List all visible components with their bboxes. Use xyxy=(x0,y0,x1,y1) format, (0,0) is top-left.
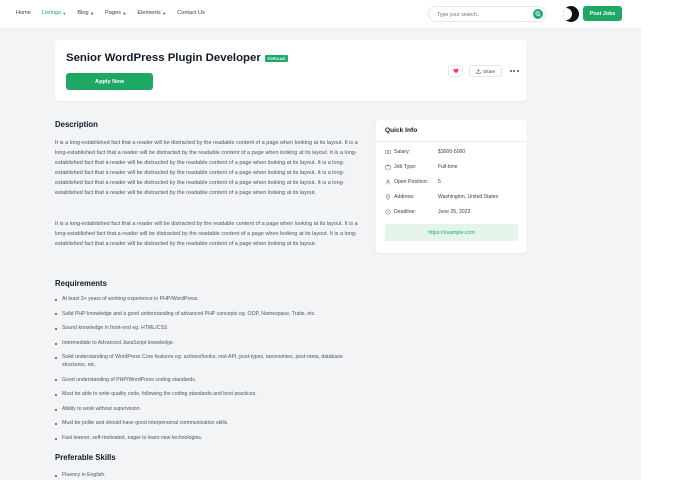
requirements-list: At least 3+ years of working experience … xyxy=(55,296,367,450)
job-title: Senior WordPress Plugin Developer xyxy=(66,52,261,64)
list-item: Solid understanding of WordPress Core fe… xyxy=(55,354,367,369)
quick-info-row-open-position: Open Position: 5 xyxy=(384,178,519,186)
nav-item-listings[interactable]: Listings ▼ xyxy=(42,10,66,16)
nav-item-pages[interactable]: Pages ▼ xyxy=(105,10,126,16)
search-box xyxy=(428,6,546,22)
list-item: At least 3+ years of working experience … xyxy=(55,296,367,304)
search-icon xyxy=(535,11,541,17)
apply-now-button[interactable]: Apply Now xyxy=(66,73,153,90)
user-icon xyxy=(384,179,391,186)
nav-item-elements[interactable]: Elements ▼ xyxy=(137,10,166,16)
job-header-card: Senior WordPress Plugin Developer POPULA… xyxy=(55,40,527,101)
search-input[interactable] xyxy=(437,10,529,19)
list-item: Must be able to write quality code, foll… xyxy=(55,391,367,399)
skills-list: Fluency in English. xyxy=(55,472,367,480)
popular-badge: POPULAR xyxy=(265,55,288,62)
quick-info-label: Job Type: xyxy=(394,164,417,170)
heart-icon xyxy=(452,68,459,74)
quick-info-value: 5 xyxy=(438,179,441,185)
list-item: Must be polite and should have good inte… xyxy=(55,420,367,428)
favorite-button[interactable] xyxy=(448,65,463,77)
money-icon xyxy=(384,149,391,156)
quick-info-label: Salary: xyxy=(394,149,411,155)
quick-info-label: Address: xyxy=(394,194,415,200)
nav-item-label: Contact Us xyxy=(177,10,205,16)
website-link[interactable]: https://example.com xyxy=(385,224,518,241)
nav-item-label: Home xyxy=(16,10,31,16)
page-frame: Home Listings ▼ Blog ▼ Pages ▼ Elements ▼ Co… xyxy=(0,0,641,480)
list-item: Ability to work without supervision. xyxy=(55,406,367,414)
more-options-button[interactable] xyxy=(507,66,521,76)
list-item: Fast learner, self-motivated, eager to l… xyxy=(55,435,367,443)
nav-item-home[interactable]: Home xyxy=(16,10,31,16)
preferable-skills-heading: Preferable Skills xyxy=(55,453,116,462)
chevron-down-icon: ▼ xyxy=(122,10,127,16)
share-label: Share xyxy=(482,68,496,74)
dot-icon xyxy=(516,70,519,72)
quick-info-value: June 25, 2022 xyxy=(438,209,471,215)
chevron-down-icon: ▼ xyxy=(162,10,167,16)
list-item: Intermediate to Advanced JavaScript know… xyxy=(55,340,367,348)
quick-info-value: Washington, United States xyxy=(438,194,499,200)
list-item: Sound knowledge in front-end eg. HTML/CS… xyxy=(55,325,367,333)
nav-item-label: Elements xyxy=(137,10,161,16)
quick-info-label: Open Position: xyxy=(394,179,429,185)
nav-item-contact-us[interactable]: Contact Us xyxy=(177,10,205,16)
search-button[interactable] xyxy=(533,9,543,19)
quick-info-row-job-type: Job Type: Full-time xyxy=(384,163,519,171)
nav-item-blog[interactable]: Blog ▼ xyxy=(77,10,94,16)
quick-info-row-address: Address: Washington, United States xyxy=(384,193,519,201)
description-paragraph: It is a long-established fact that a rea… xyxy=(55,221,358,247)
nav-item-label: Pages xyxy=(105,10,121,16)
top-header: Home Listings ▼ Blog ▼ Pages ▼ Elements ▼ Co… xyxy=(0,0,641,29)
quick-info-card: Quick Info Salary: $3000-5000 Job Type: … xyxy=(376,120,527,253)
list-item: Solid PHP knowledge and a good understan… xyxy=(55,311,367,319)
list-item: Fluency in English. xyxy=(55,472,367,480)
quick-info-heading: Quick Info xyxy=(385,127,418,134)
share-button[interactable]: Share xyxy=(469,65,502,77)
quick-info-value: $3000-5000 xyxy=(438,149,466,155)
nav-item-label: Listings xyxy=(41,10,61,16)
clock-icon xyxy=(384,209,391,216)
post-jobs-button[interactable]: Post Jobs xyxy=(583,6,622,21)
briefcase-icon xyxy=(384,164,391,171)
quick-info-row-deadline: Deadline: June 25, 2022 xyxy=(384,208,519,216)
right-margin xyxy=(641,0,700,480)
chevron-down-icon: ▼ xyxy=(62,10,67,16)
quick-info-value: Full-time xyxy=(438,164,458,170)
user-avatar[interactable] xyxy=(563,6,579,22)
quick-info-row-salary: Salary: $3000-5000 xyxy=(384,148,519,156)
list-item: Good understanding of PHP/WordPress codi… xyxy=(55,377,367,385)
nav-item-label: Blog xyxy=(77,10,89,16)
dot-icon xyxy=(513,70,515,72)
main-nav: Home Listings ▼ Blog ▼ Pages ▼ Elements ▼ Co… xyxy=(16,10,216,16)
requirements-heading: Requirements xyxy=(55,279,107,288)
share-icon xyxy=(476,68,481,74)
divider xyxy=(376,141,527,142)
chevron-down-icon: ▼ xyxy=(90,10,95,16)
location-pin-icon xyxy=(384,194,391,201)
description-paragraph: It is a long-established fact that a rea… xyxy=(55,140,358,196)
quick-info-label: Deadline: xyxy=(394,209,416,215)
description-heading: Description xyxy=(55,120,98,129)
dot-icon xyxy=(509,70,512,72)
